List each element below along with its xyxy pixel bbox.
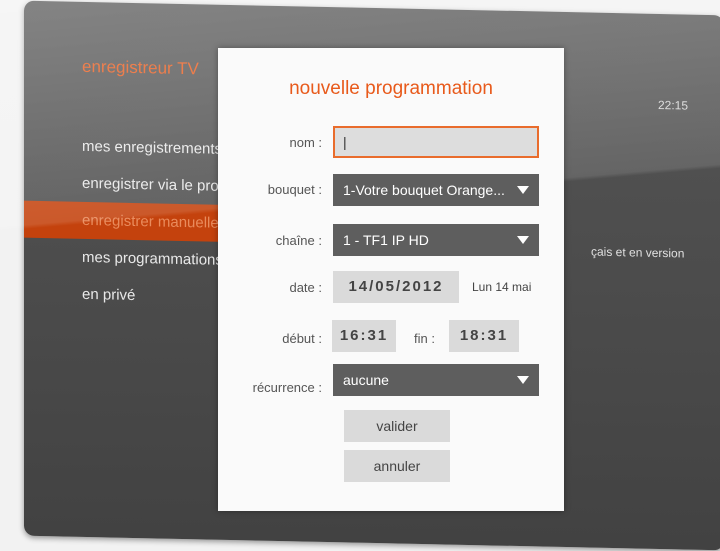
end-time-field[interactable]: 18:31: [449, 320, 519, 352]
date-weekday: Lun 14 mai: [472, 280, 532, 294]
recurrence-select[interactable]: aucune: [333, 364, 539, 396]
dialog-title: nouvelle programmation: [289, 78, 493, 99]
triangle-down-icon: [517, 236, 529, 244]
date-label: date :: [289, 280, 322, 295]
channel-label: chaîne :: [275, 233, 322, 248]
cancel-button[interactable]: annuler: [344, 450, 450, 482]
channel-select[interactable]: 1 - TF1 IP HD: [333, 224, 539, 256]
triangle-down-icon: [517, 186, 529, 194]
app-title: enregistreur TV: [82, 56, 199, 79]
bouquet-label: bouquet :: [267, 182, 322, 197]
triangle-down-icon: [517, 376, 529, 384]
end-label: fin :: [414, 331, 435, 346]
clock: 22:15: [657, 97, 688, 113]
channel-value: 1 - TF1 IP HD: [343, 232, 429, 248]
start-label: début :: [282, 331, 322, 346]
name-input[interactable]: [333, 126, 539, 158]
recurrence-label: récurrence :: [252, 380, 322, 395]
recurrence-value: aucune: [343, 372, 389, 388]
bouquet-select[interactable]: 1-Votre bouquet Orange...: [333, 174, 539, 206]
date-field[interactable]: 14/05/2012: [333, 271, 459, 303]
bouquet-value: 1-Votre bouquet Orange...: [343, 182, 505, 198]
start-time-field[interactable]: 16:31: [332, 320, 396, 352]
description-text: çais et en version: [591, 244, 685, 261]
validate-button[interactable]: valider: [344, 410, 450, 442]
new-schedule-dialog: nouvelle programmation nom : bouquet : 1…: [218, 48, 564, 511]
name-label: nom :: [289, 135, 322, 150]
